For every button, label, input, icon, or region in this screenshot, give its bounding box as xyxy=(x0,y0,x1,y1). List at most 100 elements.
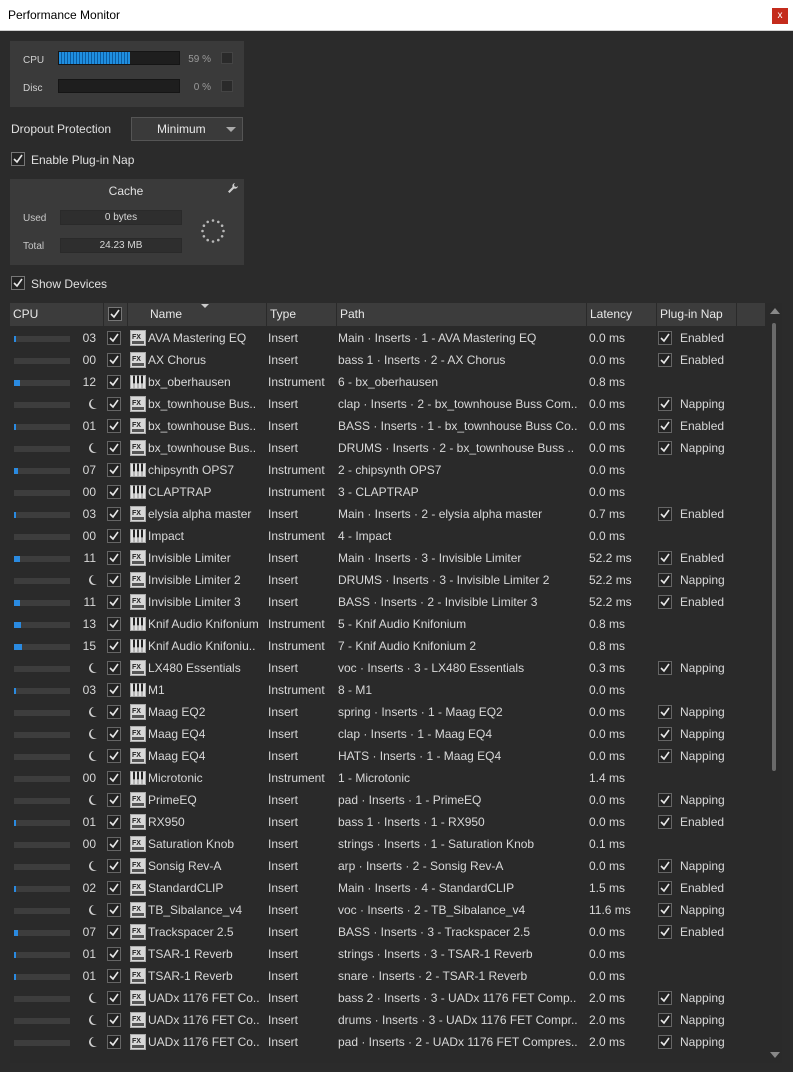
plugin-nap-checkbox[interactable] xyxy=(658,881,672,895)
table-row[interactable]: 03 FX AVA Mastering EQ Insert Main · Inserts… xyxy=(10,327,765,349)
table-row[interactable]: 00 Impact Instrument 4 - Impact 0.0 ms xyxy=(10,525,765,547)
table-row[interactable]: 00 FX AX Chorus Insert bass 1 · Inserts · 2 … xyxy=(10,349,765,371)
plugin-nap-checkbox[interactable] xyxy=(658,441,672,455)
device-enabled-checkbox[interactable] xyxy=(107,551,121,565)
table-row[interactable]: FX bx_townhouse Bus.. Insert DRUMS · Insert… xyxy=(10,437,765,459)
table-row[interactable]: 15 Knif Audio Knifoniu.. Instrument 7 - Kni… xyxy=(10,635,765,657)
device-enabled-checkbox[interactable] xyxy=(107,991,121,1005)
select-all-checkbox[interactable] xyxy=(108,307,122,321)
plugin-nap-checkbox[interactable] xyxy=(658,925,672,939)
enable-plugin-nap-checkbox[interactable] xyxy=(11,152,25,166)
device-enabled-checkbox[interactable] xyxy=(107,925,121,939)
plugin-nap-checkbox[interactable] xyxy=(658,705,672,719)
table-row[interactable]: 11 FX Invisible Limiter 3 Insert BASS · Inse… xyxy=(10,591,765,613)
cpu-meter-reset[interactable] xyxy=(221,52,233,64)
device-enabled-checkbox[interactable] xyxy=(107,353,121,367)
table-row[interactable]: 13 Knif Audio Knifonium Instrument 5 - Knif… xyxy=(10,613,765,635)
plugin-nap-checkbox[interactable] xyxy=(658,1013,672,1027)
plugin-nap-checkbox[interactable] xyxy=(658,661,672,675)
plugin-nap-checkbox[interactable] xyxy=(658,903,672,917)
device-enabled-checkbox[interactable] xyxy=(107,705,121,719)
device-enabled-checkbox[interactable] xyxy=(107,969,121,983)
table-row[interactable]: FX PrimeEQ Insert pad · Inserts · 1 - Prime… xyxy=(10,789,765,811)
column-header-name[interactable]: Name xyxy=(128,303,267,326)
table-row[interactable]: FX LX480 Essentials Insert voc · Inserts · … xyxy=(10,657,765,679)
table-row[interactable]: 07 FX Trackspacer 2.5 Insert BASS · Inserts … xyxy=(10,921,765,943)
device-enabled-checkbox[interactable] xyxy=(107,639,121,653)
device-enabled-checkbox[interactable] xyxy=(107,529,121,543)
plugin-nap-checkbox[interactable] xyxy=(658,353,672,367)
device-enabled-checkbox[interactable] xyxy=(107,595,121,609)
dropout-protection-select[interactable]: Minimum xyxy=(131,117,243,141)
plugin-nap-checkbox[interactable] xyxy=(658,859,672,873)
device-enabled-checkbox[interactable] xyxy=(107,815,121,829)
plugin-nap-checkbox[interactable] xyxy=(658,331,672,345)
device-enabled-checkbox[interactable] xyxy=(107,507,121,521)
device-enabled-checkbox[interactable] xyxy=(107,683,121,697)
device-enabled-checkbox[interactable] xyxy=(107,463,121,477)
scroll-up-icon[interactable] xyxy=(770,308,780,314)
device-enabled-checkbox[interactable] xyxy=(107,947,121,961)
device-enabled-checkbox[interactable] xyxy=(107,859,121,873)
show-devices-checkbox[interactable] xyxy=(11,276,25,290)
table-row[interactable]: 03 M1 Instrument 8 - M1 0.0 ms xyxy=(10,679,765,701)
device-enabled-checkbox[interactable] xyxy=(107,419,121,433)
column-header-path[interactable]: Path xyxy=(337,303,587,326)
scrollbar-thumb[interactable] xyxy=(772,323,776,771)
column-header-enabled[interactable] xyxy=(104,303,128,326)
device-enabled-checkbox[interactable] xyxy=(107,727,121,741)
device-enabled-checkbox[interactable] xyxy=(107,837,121,851)
column-header-cpu[interactable]: CPU xyxy=(10,303,104,326)
table-row[interactable]: 03 FX elysia alpha master Insert Main · Inse… xyxy=(10,503,765,525)
device-enabled-checkbox[interactable] xyxy=(107,573,121,587)
table-row[interactable]: FX UADx 1176 FET Co.. Insert bass 2 · Inser… xyxy=(10,987,765,1009)
plugin-nap-checkbox[interactable] xyxy=(658,1035,672,1049)
table-row[interactable]: 01 FX TSAR-1 Reverb Insert snare · Inserts ·… xyxy=(10,965,765,987)
table-row[interactable]: 01 FX bx_townhouse Bus.. Insert BASS · Inser… xyxy=(10,415,765,437)
plugin-nap-checkbox[interactable] xyxy=(658,397,672,411)
device-enabled-checkbox[interactable] xyxy=(107,881,121,895)
table-row[interactable]: 01 FX TSAR-1 Reverb Insert strings · Inserts… xyxy=(10,943,765,965)
column-header-latency[interactable]: Latency xyxy=(587,303,657,326)
device-enabled-checkbox[interactable] xyxy=(107,749,121,763)
plugin-nap-checkbox[interactable] xyxy=(658,595,672,609)
wrench-icon[interactable] xyxy=(227,182,239,197)
column-header-plugin-nap[interactable]: Plug-in Nap xyxy=(657,303,737,326)
scroll-down-icon[interactable] xyxy=(770,1052,780,1058)
plugin-nap-checkbox[interactable] xyxy=(658,991,672,1005)
plugin-nap-checkbox[interactable] xyxy=(658,551,672,565)
table-row[interactable]: 12 bx_oberhausen Instrument 6 - bx_oberhaus… xyxy=(10,371,765,393)
device-enabled-checkbox[interactable] xyxy=(107,661,121,675)
plugin-nap-checkbox[interactable] xyxy=(658,507,672,521)
device-enabled-checkbox[interactable] xyxy=(107,397,121,411)
table-row[interactable]: 00 FX Saturation Knob Insert strings · Inser… xyxy=(10,833,765,855)
device-enabled-checkbox[interactable] xyxy=(107,617,121,631)
table-row[interactable]: FX Invisible Limiter 2 Insert DRUMS · Inser… xyxy=(10,569,765,591)
table-row[interactable]: FX UADx 1176 FET Co.. Insert drums · Insert… xyxy=(10,1009,765,1031)
table-row[interactable]: FX Maag EQ4 Insert clap · Inserts · 1 - Maa… xyxy=(10,723,765,745)
table-row[interactable]: FX Sonsig Rev-A Insert arp · Inserts · 2 - … xyxy=(10,855,765,877)
plugin-nap-checkbox[interactable] xyxy=(658,815,672,829)
device-enabled-checkbox[interactable] xyxy=(107,441,121,455)
device-enabled-checkbox[interactable] xyxy=(107,771,121,785)
table-row[interactable]: 11 FX Invisible Limiter Insert Main · Insert… xyxy=(10,547,765,569)
table-row[interactable]: FX TB_Sibalance_v4 Insert voc · Inserts · 2… xyxy=(10,899,765,921)
plugin-nap-checkbox[interactable] xyxy=(658,727,672,741)
column-header-type[interactable]: Type xyxy=(267,303,337,326)
device-enabled-checkbox[interactable] xyxy=(107,1035,121,1049)
table-scrollbar[interactable] xyxy=(766,303,782,1063)
device-enabled-checkbox[interactable] xyxy=(107,375,121,389)
table-row[interactable]: 02 FX StandardCLIP Insert Main · Inserts · 4… xyxy=(10,877,765,899)
plugin-nap-checkbox[interactable] xyxy=(658,749,672,763)
device-enabled-checkbox[interactable] xyxy=(107,793,121,807)
table-row[interactable]: 01 FX RX950 Insert bass 1 · Inserts · 1 - RX… xyxy=(10,811,765,833)
table-row[interactable]: 00 CLAPTRAP Instrument 3 - CLAPTRAP 0.0 ms xyxy=(10,481,765,503)
plugin-nap-checkbox[interactable] xyxy=(658,793,672,807)
device-enabled-checkbox[interactable] xyxy=(107,485,121,499)
table-row[interactable]: FX bx_townhouse Bus.. Insert clap · Inserts… xyxy=(10,393,765,415)
disc-meter-reset[interactable] xyxy=(221,80,233,92)
device-enabled-checkbox[interactable] xyxy=(107,1013,121,1027)
device-enabled-checkbox[interactable] xyxy=(107,331,121,345)
table-row[interactable]: FX Maag EQ2 Insert spring · Inserts · 1 - M… xyxy=(10,701,765,723)
plugin-nap-checkbox[interactable] xyxy=(658,573,672,587)
